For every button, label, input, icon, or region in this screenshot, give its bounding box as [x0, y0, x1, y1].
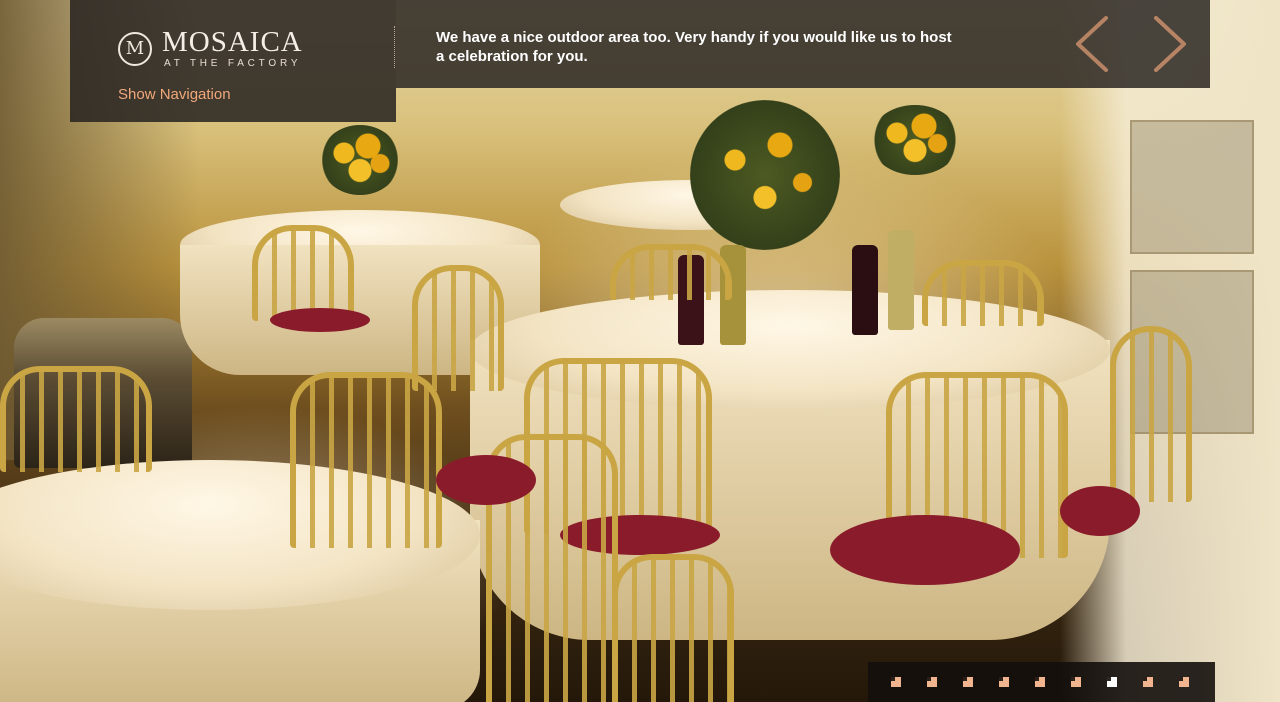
slideshow-stage: M MOSAICA AT THE FACTORY Show Navigation… — [0, 0, 1280, 702]
slide-pager — [868, 662, 1215, 702]
pager-dot-6[interactable] — [1071, 677, 1081, 687]
header-divider — [394, 26, 396, 68]
sunflower-centerpiece — [690, 100, 840, 250]
pager-dot-4[interactable] — [999, 677, 1009, 687]
pager-dot-1[interactable] — [891, 677, 901, 687]
logo-wordmark: MOSAICA AT THE FACTORY — [162, 26, 303, 70]
pager-dot-5[interactable] — [1035, 677, 1045, 687]
chevron-left-icon — [1076, 16, 1108, 72]
pager-dot-9[interactable] — [1179, 677, 1189, 687]
brand-logo[interactable]: M MOSAICA AT THE FACTORY — [118, 28, 303, 69]
brand-tagline: AT THE FACTORY — [164, 58, 302, 69]
pager-dot-7[interactable] — [1107, 677, 1117, 687]
pager-dot-8[interactable] — [1143, 677, 1153, 687]
monogram-icon: M — [118, 31, 152, 66]
next-slide-button[interactable] — [1146, 14, 1190, 74]
chevron-right-icon — [1154, 16, 1186, 72]
prev-slide-button[interactable] — [1072, 14, 1116, 74]
logo-panel: M MOSAICA AT THE FACTORY Show Navigation — [70, 0, 396, 122]
slide-caption: We have a nice outdoor area too. Very ha… — [436, 29, 952, 65]
pager-dot-3[interactable] — [963, 677, 973, 687]
pager-dot-2[interactable] — [927, 677, 937, 687]
brand-name: MOSAICA — [162, 26, 303, 58]
show-navigation-link[interactable]: Show Navigation — [118, 86, 231, 103]
